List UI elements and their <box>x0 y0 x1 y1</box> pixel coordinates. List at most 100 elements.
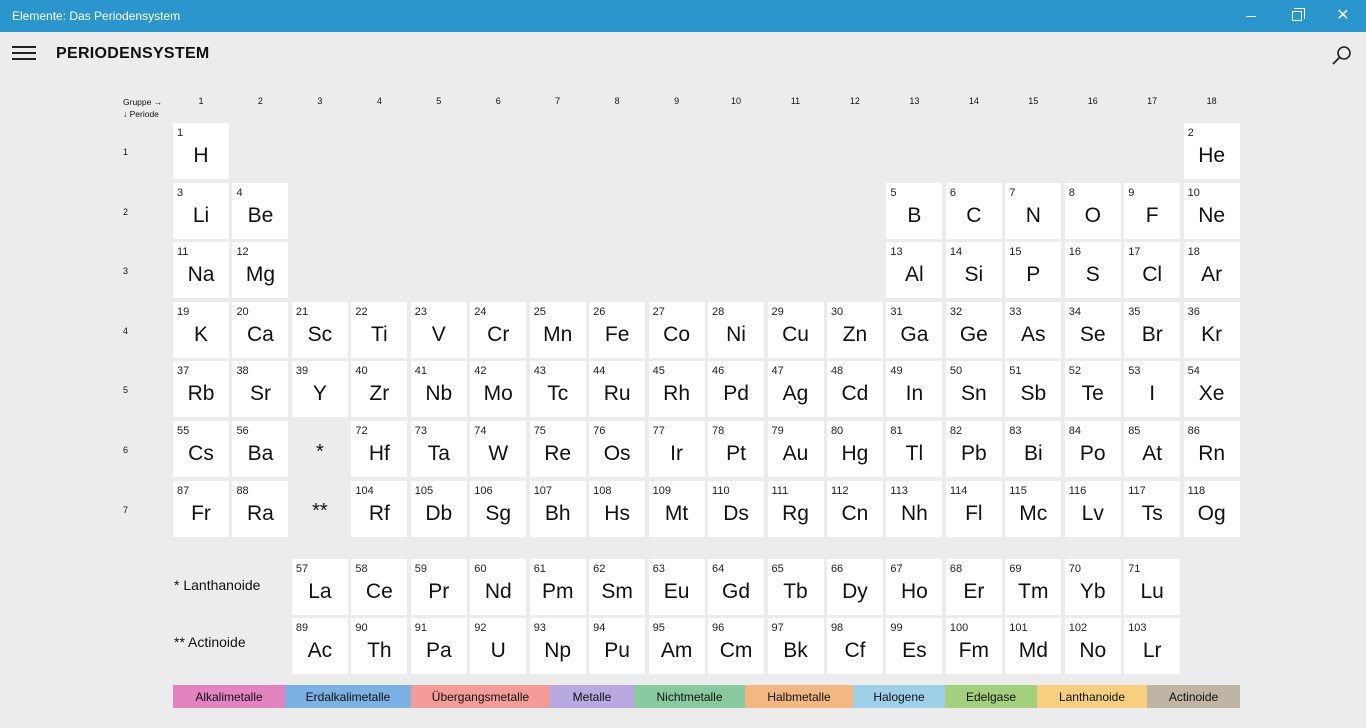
element-tile[interactable]: 25 Mn <box>529 301 586 358</box>
legend-item[interactable]: Lanthanoide <box>1037 685 1147 708</box>
lanthanides-placeholder[interactable]: * <box>292 421 348 477</box>
element-tile[interactable]: 41 Nb <box>410 361 467 418</box>
element-tile[interactable]: 40 Zr <box>351 361 408 418</box>
element-tile[interactable]: 78 Pt <box>708 421 765 477</box>
minimize-button[interactable] <box>1228 0 1274 32</box>
legend-item[interactable]: Metalle <box>550 685 634 708</box>
element-tile[interactable]: 69 Tm <box>1005 559 1062 615</box>
element-tile[interactable]: 47 Ag <box>767 361 824 418</box>
element-tile[interactable]: 112 Cn <box>826 480 883 537</box>
element-tile[interactable]: 36 Kr <box>1183 301 1240 358</box>
search-button[interactable] <box>1330 44 1354 68</box>
element-tile[interactable]: 109 Mt <box>648 480 705 537</box>
element-tile[interactable]: 57 La <box>291 559 348 615</box>
element-tile[interactable]: 62 Sm <box>589 559 646 615</box>
legend-item[interactable]: Alkalimetalle <box>173 685 285 708</box>
element-tile[interactable]: 32 Ge <box>945 301 1002 358</box>
element-tile[interactable]: 106 Sg <box>470 480 527 537</box>
element-tile[interactable]: 81 Tl <box>886 421 943 477</box>
element-tile[interactable]: 87 Fr <box>173 480 229 537</box>
element-tile[interactable]: 98 Cf <box>826 618 883 674</box>
element-tile[interactable]: 6C <box>945 182 1002 239</box>
element-tile[interactable]: 71 Lu <box>1124 559 1181 615</box>
element-tile[interactable]: 35 Br <box>1124 301 1181 358</box>
element-tile[interactable]: 91 Pa <box>410 618 467 674</box>
element-tile[interactable]: 23 V <box>410 301 467 358</box>
element-tile[interactable]: 101 Md <box>1005 618 1062 674</box>
element-tile[interactable]: 1H <box>173 123 229 179</box>
element-tile[interactable]: 19 K <box>173 301 229 358</box>
element-tile[interactable]: 10 Ne <box>1183 182 1240 239</box>
element-tile[interactable]: 26 Fe <box>589 301 646 358</box>
element-tile[interactable]: 79 Au <box>767 421 824 477</box>
element-tile[interactable]: 30 Zn <box>826 301 883 358</box>
element-tile[interactable]: 115 Mc <box>1005 480 1062 537</box>
element-tile[interactable]: 75 Re <box>529 421 586 477</box>
element-tile[interactable]: 72 Hf <box>351 421 408 477</box>
element-tile[interactable]: 76 Os <box>589 421 646 477</box>
element-tile[interactable]: 38 Sr <box>232 361 289 418</box>
element-tile[interactable]: 65 Tb <box>767 559 824 615</box>
element-tile[interactable]: 108 Hs <box>589 480 646 537</box>
element-tile[interactable]: 56 Ba <box>232 421 289 477</box>
element-tile[interactable]: 34 Se <box>1064 301 1121 358</box>
legend-item[interactable]: Übergangsmetalle <box>411 685 550 708</box>
element-tile[interactable]: 90 Th <box>351 618 408 674</box>
element-tile[interactable]: 92 U <box>470 618 527 674</box>
element-tile[interactable]: 103 Lr <box>1124 618 1181 674</box>
element-tile[interactable]: 16 S <box>1064 242 1121 299</box>
legend-item[interactable]: Nichtmetalle <box>634 685 745 708</box>
legend-item[interactable]: Actinoide <box>1147 685 1240 708</box>
element-tile[interactable]: 83 Bi <box>1005 421 1062 477</box>
legend-item[interactable]: Erdalkalimetalle <box>285 685 411 708</box>
element-tile[interactable]: 117 Ts <box>1124 480 1181 537</box>
element-tile[interactable]: 24 Cr <box>470 301 527 358</box>
element-tile[interactable]: 49 In <box>886 361 943 418</box>
hamburger-menu-button[interactable] <box>10 46 38 64</box>
element-tile[interactable]: 15 P <box>1005 242 1062 299</box>
element-tile[interactable]: 51 Sb <box>1005 361 1062 418</box>
element-tile[interactable]: 100 Fm <box>945 618 1002 674</box>
element-tile[interactable]: 86 Rn <box>1183 421 1240 477</box>
element-tile[interactable]: 3 Li <box>173 182 229 239</box>
element-tile[interactable]: 21 Sc <box>291 301 348 358</box>
element-tile[interactable]: 113 Nh <box>886 480 943 537</box>
element-tile[interactable]: 13 Al <box>886 242 943 299</box>
element-tile[interactable]: 50 Sn <box>945 361 1002 418</box>
element-tile[interactable]: 55 Cs <box>173 421 229 477</box>
element-tile[interactable]: 96 Cm <box>708 618 765 674</box>
legend-item[interactable]: Edelgase <box>945 685 1037 708</box>
element-tile[interactable]: 12 Mg <box>232 242 289 299</box>
element-tile[interactable]: 58 Ce <box>351 559 408 615</box>
element-tile[interactable]: 95 Am <box>648 618 705 674</box>
element-tile[interactable]: 37 Rb <box>173 361 229 418</box>
element-tile[interactable]: 110 Ds <box>708 480 765 537</box>
element-tile[interactable]: 17 Cl <box>1124 242 1181 299</box>
element-tile[interactable]: 9F <box>1124 182 1181 239</box>
element-tile[interactable]: 43 Tc <box>529 361 586 418</box>
maximize-button[interactable] <box>1274 0 1320 32</box>
element-tile[interactable]: 31 Ga <box>886 301 943 358</box>
actinides-placeholder[interactable]: ** <box>292 481 348 537</box>
element-tile[interactable]: 46 Pd <box>708 361 765 418</box>
element-tile[interactable]: 4 Be <box>232 182 289 239</box>
element-tile[interactable]: 85 At <box>1124 421 1181 477</box>
element-tile[interactable]: 73 Ta <box>410 421 467 477</box>
element-tile[interactable]: 52 Te <box>1064 361 1121 418</box>
element-tile[interactable]: 28 Ni <box>708 301 765 358</box>
element-tile[interactable]: 93 Np <box>529 618 586 674</box>
element-tile[interactable]: 116 Lv <box>1064 480 1121 537</box>
element-tile[interactable]: 44 Ru <box>589 361 646 418</box>
element-tile[interactable]: 14 Si <box>945 242 1002 299</box>
element-tile[interactable]: 18 Ar <box>1183 242 1240 299</box>
element-tile[interactable]: 107 Bh <box>529 480 586 537</box>
element-tile[interactable]: 68 Er <box>945 559 1002 615</box>
element-tile[interactable]: 99 Es <box>886 618 943 674</box>
element-tile[interactable]: 27 Co <box>648 301 705 358</box>
element-tile[interactable]: 67 Ho <box>886 559 943 615</box>
element-tile[interactable]: 97 Bk <box>767 618 824 674</box>
element-tile[interactable]: 61 Pm <box>529 559 586 615</box>
element-tile[interactable]: 89 Ac <box>291 618 348 674</box>
element-tile[interactable]: 94 Pu <box>589 618 646 674</box>
element-tile[interactable]: 60 Nd <box>470 559 527 615</box>
